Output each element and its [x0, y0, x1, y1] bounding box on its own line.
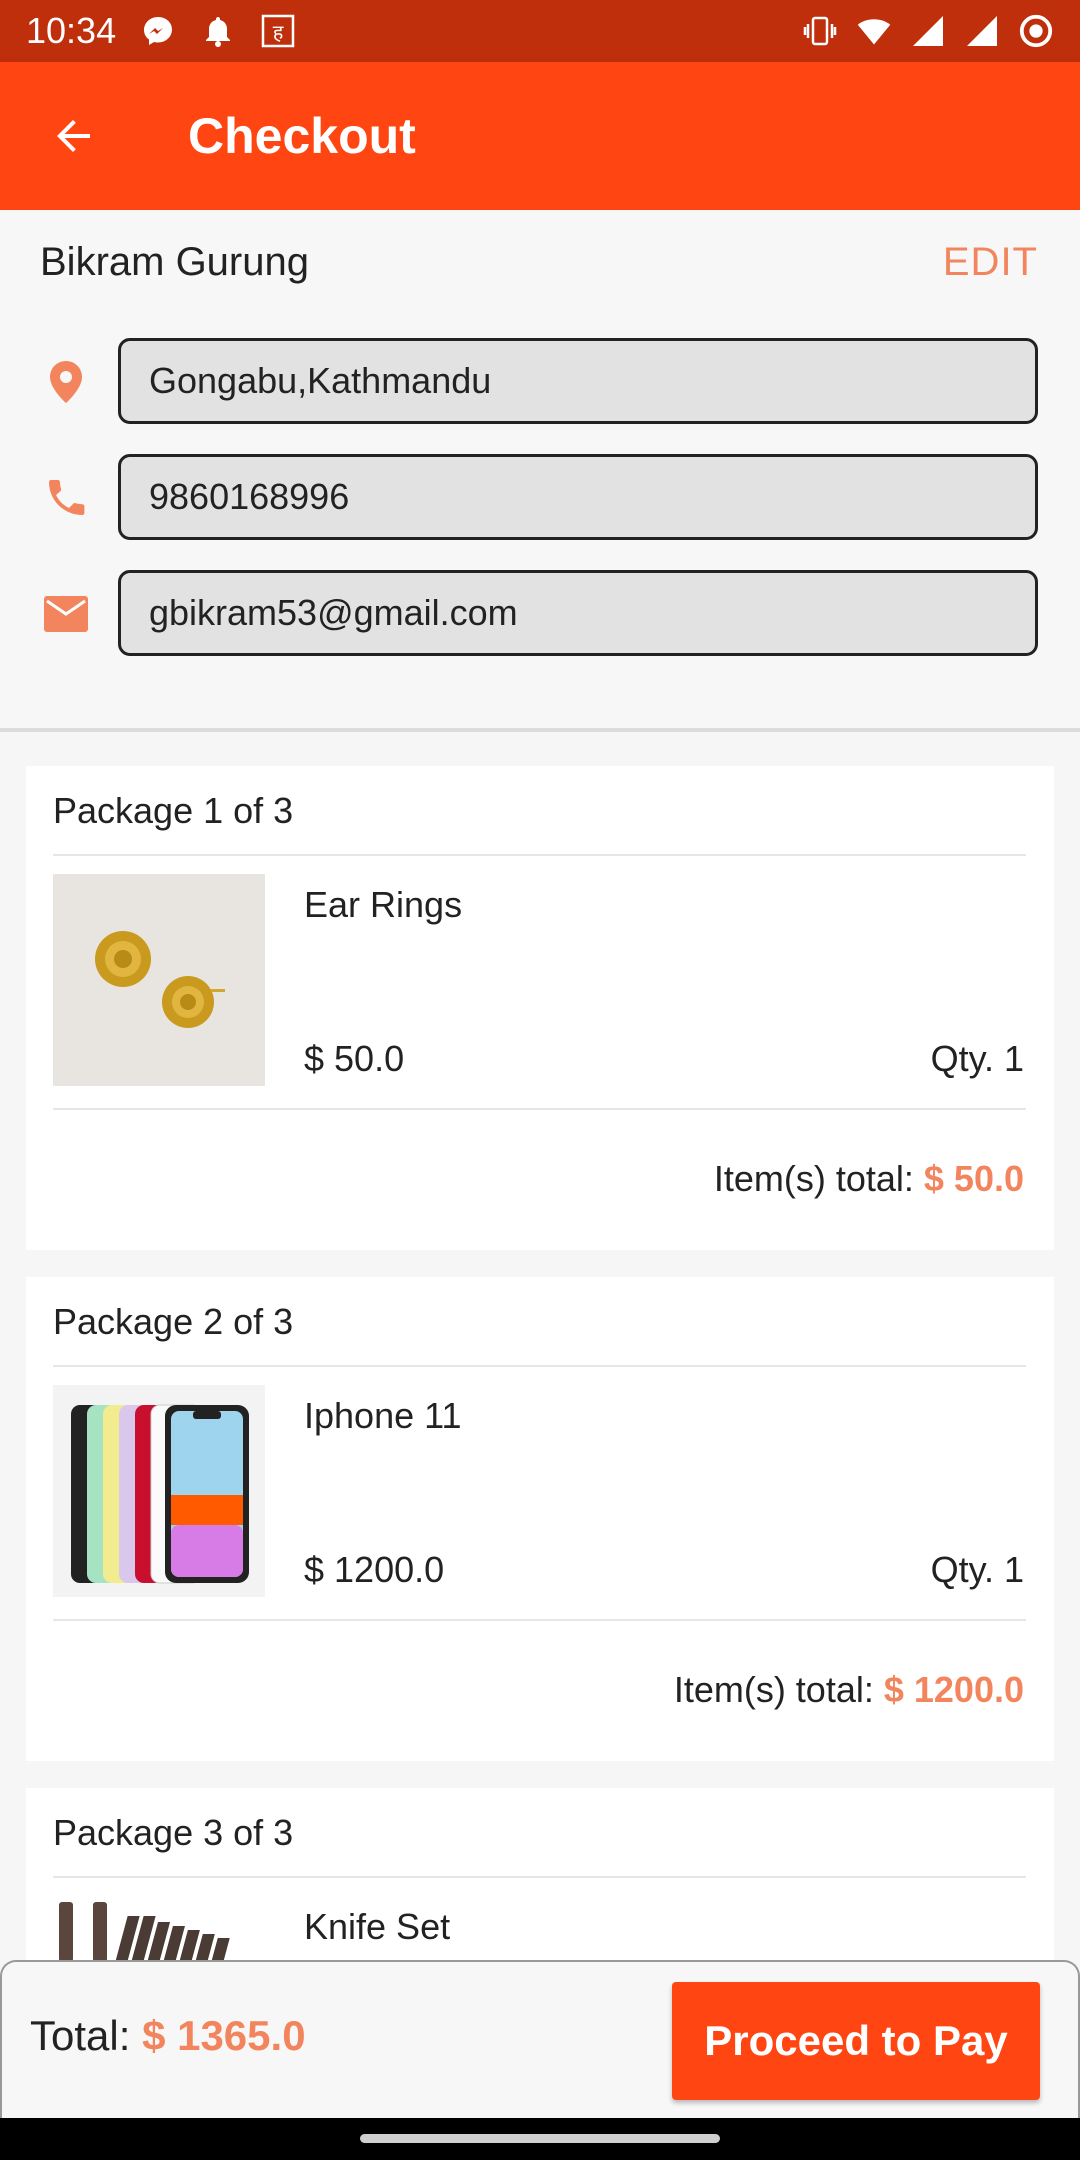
edit-button[interactable]: EDIT	[943, 240, 1038, 285]
divider	[53, 1108, 1026, 1110]
system-nav-bar	[0, 2118, 1080, 2160]
item-quantity: Qty. 1	[930, 1549, 1024, 1590]
package-card: Package 2 of 3 Iphone 11 $ 1200.0 Qty. 1…	[26, 1277, 1054, 1761]
order-total-amount: $ 1365.0	[142, 2012, 306, 2059]
package-card: Package 3 of 3 Knife Set	[26, 1788, 1054, 2108]
address-row: Gongabu,Kathmandu	[40, 338, 1040, 426]
phone-icon	[40, 472, 92, 524]
divider	[0, 728, 1080, 732]
messenger-icon	[140, 13, 176, 49]
package-title: Package 2 of 3	[53, 1301, 294, 1342]
order-total-label: Total:	[30, 2012, 143, 2059]
items-total: Item(s) total: $ 50.0	[714, 1158, 1024, 1200]
vibrate-icon	[802, 13, 838, 49]
rupee-icon: ह	[260, 13, 296, 49]
bell-icon	[200, 13, 236, 49]
package-title: Package 1 of 3	[53, 790, 294, 831]
item-price: $ 50.0	[304, 1038, 405, 1079]
items-total-amount: $ 50.0	[923, 1158, 1024, 1199]
status-time: 10:34	[26, 10, 117, 51]
customer-name: Bikram Gurung	[40, 240, 309, 284]
item-price: $ 1200.0	[304, 1549, 445, 1590]
product-image-earrings[interactable]	[53, 874, 265, 1086]
page-title: Checkout	[188, 108, 416, 164]
divider	[53, 1619, 1026, 1621]
package-card: Package 1 of 3 Ear Rings $ 50.0 Qty. 1 I…	[26, 766, 1054, 1250]
package-title: Package 3 of 3	[53, 1812, 294, 1853]
back-button[interactable]	[44, 106, 104, 166]
phone-field[interactable]: 9860168996	[118, 454, 1038, 540]
arrow-back-icon	[57, 120, 90, 152]
phone-row: 9860168996	[40, 454, 1040, 542]
items-total-label: Item(s) total:	[713, 1158, 924, 1199]
svg-text:ह: ह	[273, 20, 284, 44]
items-total-label: Item(s) total:	[673, 1669, 884, 1710]
item-name: Knife Set	[304, 1906, 451, 1947]
items-total: Item(s) total: $ 1200.0	[674, 1669, 1024, 1711]
checkout-footer: Total: $ 1365.0 Proceed to Pay	[0, 1960, 1080, 2118]
proceed-to-pay-button[interactable]: Proceed to Pay	[672, 1982, 1040, 2100]
signal-icon	[964, 13, 1000, 49]
item-name: Ear Rings	[304, 884, 463, 925]
divider	[53, 854, 1026, 856]
order-total: Total: $ 1365.0	[30, 2012, 306, 2060]
wifi-icon	[856, 13, 892, 49]
email-field[interactable]: gbikram53@gmail.com	[118, 570, 1038, 656]
address-field[interactable]: Gongabu,Kathmandu	[118, 338, 1038, 424]
home-gesture-handle[interactable]	[360, 2134, 720, 2143]
divider	[53, 1876, 1026, 1878]
customer-info: Bikram Gurung EDIT Gongabu,Kathmandu 986…	[0, 210, 1080, 730]
status-bar: 10:34 ह	[0, 0, 1080, 62]
mail-icon	[40, 588, 92, 640]
location-pin-icon	[40, 356, 92, 408]
signal-icon	[910, 13, 946, 49]
item-name: Iphone 11	[304, 1395, 462, 1436]
items-total-amount: $ 1200.0	[883, 1669, 1024, 1710]
circle-record-icon	[1018, 13, 1054, 49]
item-quantity: Qty. 1	[930, 1038, 1024, 1079]
product-image-iphone[interactable]	[53, 1385, 265, 1597]
email-row: gbikram53@gmail.com	[40, 570, 1040, 658]
app-bar: Checkout	[0, 62, 1080, 210]
divider	[53, 1365, 1026, 1367]
